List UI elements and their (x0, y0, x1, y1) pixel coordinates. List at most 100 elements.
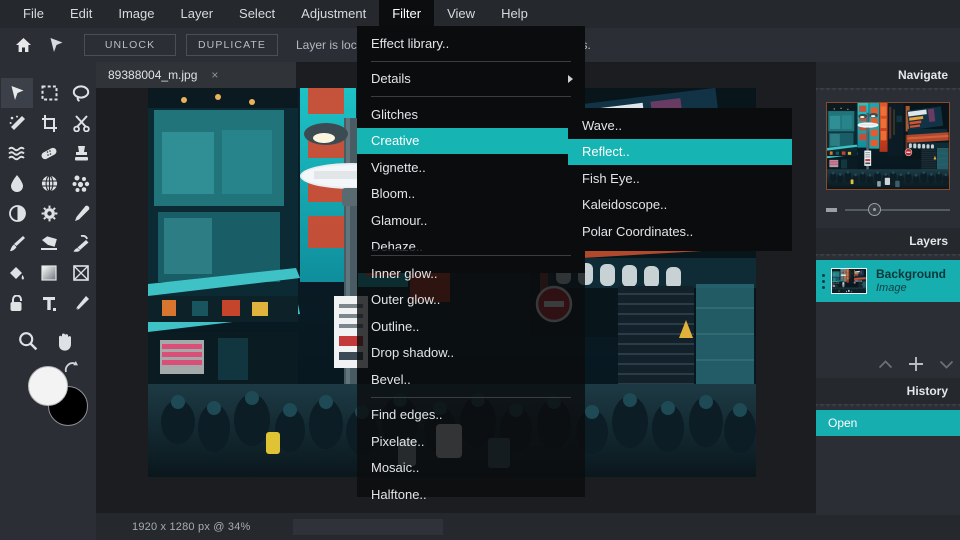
gear-sun-icon[interactable] (33, 198, 65, 228)
menu-select[interactable]: Select (226, 0, 288, 28)
filter-menu-item-details[interactable]: Details (357, 66, 585, 93)
bandage-icon[interactable] (33, 138, 65, 168)
plus-icon[interactable] (907, 355, 925, 373)
submenu-item-reflect[interactable]: Reflect.. (568, 139, 792, 166)
submenu-item-polar-coordinates[interactable]: Polar Coordinates.. (568, 218, 792, 245)
hand-icon[interactable] (48, 326, 80, 356)
layer-row[interactable]: Background Image (816, 260, 960, 302)
half-circle-icon[interactable] (1, 198, 33, 228)
pen-icon[interactable] (65, 288, 97, 318)
zoom-slider-knob[interactable] (868, 203, 881, 216)
crop-tool[interactable] (33, 108, 65, 138)
chevron-up-icon[interactable] (878, 359, 893, 370)
filter-menu-item-bevel[interactable]: Bevel.. (357, 366, 585, 393)
globe-grid-icon[interactable] (33, 168, 65, 198)
filter-menu-item-glamour[interactable]: Glamour.. (357, 207, 585, 234)
marquee-select-tool[interactable] (33, 78, 65, 108)
dots-cluster-icon[interactable] (65, 168, 97, 198)
status-field (293, 519, 443, 535)
filter-menu-item-glitches[interactable]: Glitches (357, 101, 585, 128)
paint-bucket-icon[interactable] (1, 258, 33, 288)
menu-image[interactable]: Image (105, 0, 167, 28)
history-panel-title: History (816, 378, 960, 404)
layer-name: Background (876, 267, 946, 281)
menu-view[interactable]: View (434, 0, 488, 28)
chevron-down-icon[interactable] (939, 359, 954, 370)
filter-menu-item-effect-library[interactable]: Effect library.. (357, 30, 585, 57)
padlock-icon[interactable] (1, 288, 33, 318)
unlock-button[interactable]: UNLOCK (84, 34, 176, 56)
duplicate-button[interactable]: DUPLICATE (186, 34, 278, 56)
minus-icon[interactable] (826, 208, 837, 212)
filter-menu-item-outer-glow[interactable]: Outer glow.. (357, 287, 585, 314)
filter-menu-item-bloom[interactable]: Bloom.. (357, 181, 585, 208)
filter-menu-separator (371, 255, 571, 256)
filter-menu-lower: Inner glow.. Outer glow.. Outline.. Drop… (357, 249, 585, 497)
document-size-text: 1920 x 1280 px @ 34% (132, 521, 251, 533)
close-icon[interactable]: × (211, 69, 218, 81)
layers-empty-space (816, 302, 960, 350)
menu-help[interactable]: Help (488, 0, 541, 28)
navigator-thumbnail[interactable] (826, 102, 950, 190)
filter-menu-item-drop-shadow[interactable]: Drop shadow.. (357, 340, 585, 367)
tool-grid (0, 62, 96, 318)
swap-colors-icon[interactable] (62, 360, 80, 383)
filter-menu-item-creative[interactable]: Creative (357, 128, 585, 155)
smudge-brush-icon[interactable] (65, 228, 97, 258)
menu-layer[interactable]: Layer (168, 0, 227, 28)
magic-wand-tool[interactable] (1, 108, 33, 138)
move-tool[interactable] (1, 78, 33, 108)
gradient-square-icon[interactable] (33, 258, 65, 288)
zoom-slider[interactable] (826, 202, 950, 218)
move-cursor-icon[interactable] (41, 32, 71, 58)
scissors-icon[interactable] (65, 108, 97, 138)
menu-file[interactable]: File (10, 0, 57, 28)
layer-meta: Background Image (876, 267, 946, 294)
filter-menu-item-details-label: Details (371, 71, 411, 86)
creative-submenu: Wave.. Reflect.. Fish Eye.. Kaleidoscope… (568, 108, 792, 251)
lasso-tool[interactable] (65, 78, 97, 108)
text-t-icon[interactable] (33, 288, 65, 318)
layers-panel-title: Layers (816, 228, 960, 254)
layer-thumbnail (831, 268, 867, 294)
filter-menu-item-outline[interactable]: Outline.. (357, 313, 585, 340)
drag-handle-icon[interactable] (822, 274, 825, 289)
filter-menu-item-mosaic[interactable]: Mosaic.. (357, 455, 585, 482)
filter-menu-item-vignette[interactable]: Vignette.. (357, 154, 585, 181)
layers-panel-body: Background Image (816, 260, 960, 378)
zoom-slider-track[interactable] (845, 209, 950, 211)
eraser-icon[interactable] (33, 228, 65, 258)
filter-menu-item-find-edges[interactable]: Find edges.. (357, 402, 585, 429)
tool-panel (0, 62, 96, 540)
navigate-panel-title: Navigate (816, 62, 960, 88)
history-item-open[interactable]: Open (816, 410, 960, 436)
menu-bar: File Edit Image Layer Select Adjustment … (0, 0, 960, 28)
status-bar: 1920 x 1280 px @ 34% (96, 513, 816, 540)
eyedropper-icon[interactable] (65, 198, 97, 228)
filter-menu-item-pixelate[interactable]: Pixelate.. (357, 428, 585, 455)
submenu-item-wave[interactable]: Wave.. (568, 112, 792, 139)
filter-menu-item-inner-glow[interactable]: Inner glow.. (357, 260, 585, 287)
secondary-tool-grid (0, 326, 96, 356)
filter-menu-separator (371, 61, 571, 62)
paintbrush-icon[interactable] (1, 228, 33, 258)
document-tab[interactable]: 89388004_m.jpg × (96, 62, 296, 88)
filter-menu: Effect library.. Details Glitches Creati… (357, 26, 585, 273)
photo-editor-app: File Edit Image Layer Select Adjustment … (0, 0, 960, 540)
menu-edit[interactable]: Edit (57, 0, 105, 28)
layer-type: Image (876, 282, 946, 295)
crossed-box-icon[interactable] (65, 258, 97, 288)
filter-menu-item-halftone[interactable]: Halftone.. (357, 481, 585, 508)
menu-adjustment[interactable]: Adjustment (288, 0, 379, 28)
document-tab-title: 89388004_m.jpg (108, 68, 197, 82)
submenu-item-kaleidoscope[interactable]: Kaleidoscope.. (568, 192, 792, 219)
menu-filter[interactable]: Filter (379, 0, 434, 28)
home-icon[interactable] (8, 32, 38, 58)
liquify-tool[interactable] (1, 138, 33, 168)
history-panel-body: Open (816, 410, 960, 515)
submenu-item-fish-eye[interactable]: Fish Eye.. (568, 165, 792, 192)
right-panel-column: Navigate Layers Background (816, 62, 960, 540)
stamp-icon[interactable] (65, 138, 97, 168)
magnifier-icon[interactable] (12, 326, 44, 356)
water-drop-icon[interactable] (1, 168, 33, 198)
